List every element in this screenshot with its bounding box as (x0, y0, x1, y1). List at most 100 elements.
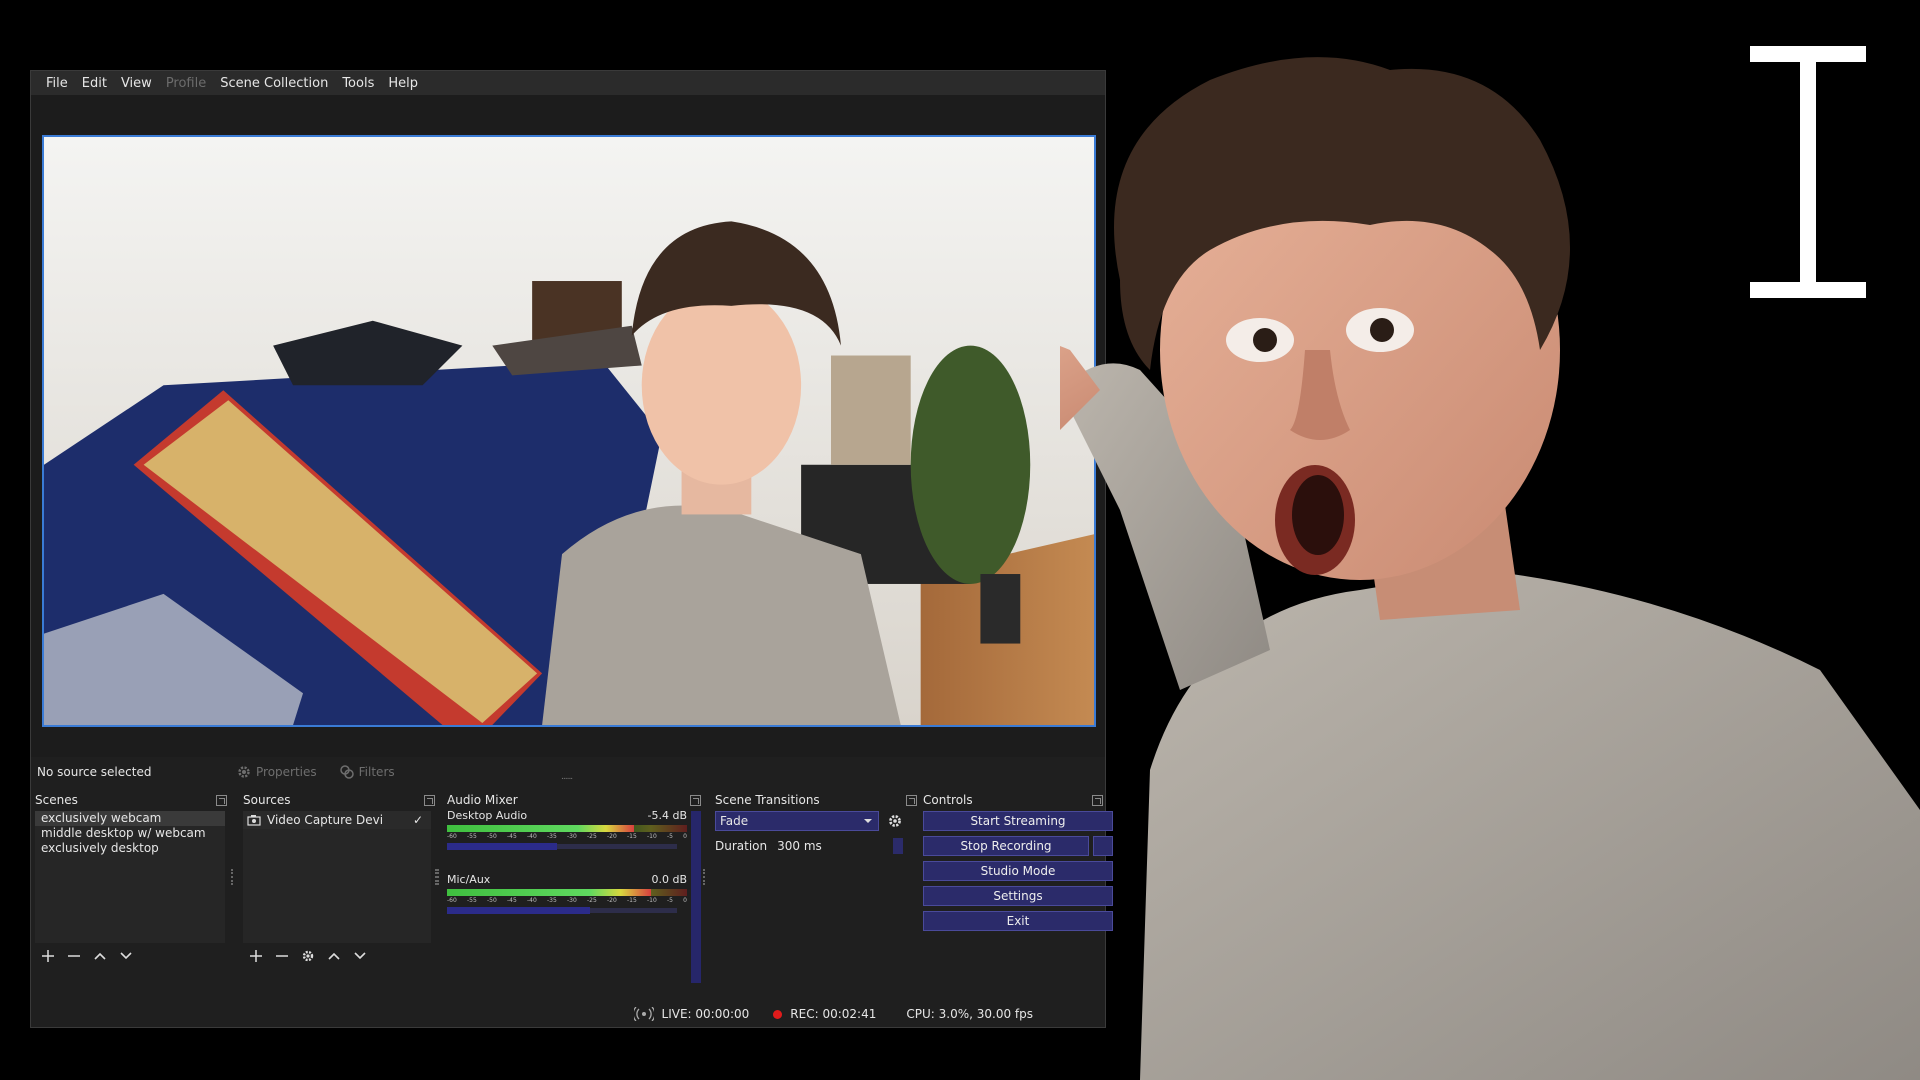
sources-title: Sources (243, 793, 291, 807)
remove-source-button[interactable] (275, 949, 289, 963)
duration-label: Duration (715, 839, 768, 853)
meter-tick-label: -40 (527, 833, 537, 840)
dock-resize-grip[interactable] (435, 869, 437, 885)
webcam-feed-image (44, 137, 1094, 725)
meter-tick-label: -5 (667, 897, 673, 904)
scene-transitions-dock: Scene Transitions Fade Duration 300 ms (703, 789, 921, 989)
menu-bar: File Edit View Profile Scene Collection … (31, 71, 1105, 95)
meter-tick-label: -10 (647, 833, 657, 840)
remove-scene-button[interactable] (67, 949, 81, 963)
float-dock-icon[interactable] (424, 795, 435, 806)
chevron-up-icon (94, 952, 106, 960)
duration-spinner[interactable] (893, 838, 903, 854)
audio-channel: Mic/Aux 0.0 dB -60 -55 -50 -45 -40 -35 -30 -25-… (447, 873, 687, 914)
visibility-check-icon[interactable]: ✓ (413, 813, 423, 827)
audio-channel: Desktop Audio -5.4 dB -60 -55 -50 -45 -40 -35… (447, 809, 688, 850)
meter-tick-label: -60 (447, 897, 457, 904)
scenes-toolbar (41, 949, 133, 963)
properties-button[interactable]: Properties (236, 764, 317, 780)
menu-tools[interactable]: Tools (335, 76, 381, 91)
preview-canvas[interactable] (42, 135, 1096, 727)
dock-resize-grip[interactable] (703, 869, 705, 885)
sources-list: Video Capture Devi ✓ (243, 811, 431, 943)
camera-icon (247, 815, 261, 826)
meter-tick-label: -55 (467, 897, 477, 904)
source-toolbar: No source selected Properties Filters ..… (31, 757, 1105, 787)
menu-scene-collection[interactable]: Scene Collection (213, 76, 335, 91)
transitions-title: Scene Transitions (715, 793, 820, 807)
live-time: LIVE: 00:00:00 (661, 1007, 750, 1021)
dock-resize-grip[interactable] (437, 869, 439, 885)
float-dock-icon[interactable] (906, 795, 917, 806)
meter-tick-label: -30 (567, 897, 577, 904)
add-scene-button[interactable] (41, 949, 55, 963)
meter-tick-label: -35 (547, 897, 557, 904)
sources-dock: Sources Video Capture Devi ✓ (239, 789, 439, 989)
move-source-down-button[interactable] (353, 949, 367, 963)
channel-db: 0.0 dB (651, 873, 687, 886)
dock-splitter-grip[interactable]: ...... (561, 772, 573, 782)
text-cursor-icon (1750, 46, 1866, 298)
meter-ticks: -60 -55 -50 -45 -40 -35 -30 -25 -20 -15 -10 -5 0 (447, 897, 687, 904)
source-status: No source selected (37, 765, 152, 779)
meter-tick-label: -15 (627, 833, 637, 840)
filter-icon (339, 765, 354, 779)
volume-slider[interactable] (447, 907, 677, 914)
filters-button[interactable]: Filters (339, 764, 395, 780)
minus-icon (68, 955, 80, 957)
float-dock-icon[interactable] (690, 795, 701, 806)
duration-value: 300 ms (777, 839, 822, 853)
meter-tick-label: 0 (683, 897, 687, 904)
minus-icon (276, 955, 288, 957)
audio-mixer-title: Audio Mixer (447, 793, 518, 807)
source-item[interactable]: Video Capture Devi ✓ (243, 811, 431, 829)
source-properties-button[interactable] (301, 949, 315, 963)
sources-toolbar (249, 949, 367, 963)
menu-file[interactable]: File (39, 76, 75, 91)
mixer-scrollbar[interactable] (691, 811, 701, 983)
menu-profile: Profile (165, 75, 207, 91)
menu-edit[interactable]: Edit (75, 76, 114, 91)
transition-settings-button[interactable] (887, 813, 903, 829)
scenes-dock: Scenes exclusively webcam middle desktop… (31, 789, 233, 989)
menu-view[interactable]: View (114, 76, 159, 91)
scene-item[interactable]: middle desktop w/ webcam (35, 826, 225, 841)
menu-help[interactable]: Help (381, 76, 425, 91)
meter-tick-label: -45 (507, 833, 517, 840)
meter-tick-label: -15 (627, 897, 637, 904)
move-source-up-button[interactable] (327, 949, 341, 963)
meter-tick-label: -25 (587, 897, 597, 904)
volume-meter (447, 825, 687, 832)
channel-name: Mic/Aux (447, 873, 491, 886)
record-dot-icon (773, 1009, 783, 1019)
meter-tick-label: -35 (547, 833, 557, 840)
float-dock-icon[interactable] (216, 795, 227, 806)
scene-item[interactable]: exclusively desktop (35, 841, 225, 856)
dock-resize-grip[interactable] (231, 869, 233, 885)
meter-ticks: -60 -55 -50 -45 -40 -35 -30 -25 -20 -15 -10 -5 0 (447, 833, 687, 840)
move-scene-up-button[interactable] (93, 949, 107, 963)
chevron-down-icon (354, 952, 366, 960)
channel-db: -5.4 dB (647, 809, 688, 822)
meter-tick-label: -50 (487, 833, 497, 840)
duration-input[interactable]: 300 ms (777, 837, 905, 855)
move-scene-down-button[interactable] (119, 949, 133, 963)
status-bar: LIVE: 00:00:00 REC: 00:02:41 CPU: 3.0%, … (31, 999, 1105, 1029)
meter-tick-label: -50 (487, 897, 497, 904)
meter-tick-label: 0 (683, 833, 687, 840)
scenes-title: Scenes (35, 793, 78, 807)
source-label: Video Capture Devi (267, 813, 384, 827)
meter-tick-label: -20 (607, 897, 617, 904)
scenes-list: exclusively webcam middle desktop w/ web… (35, 811, 225, 943)
obs-window: File Edit View Profile Scene Collection … (30, 70, 1113, 1029)
volume-meter (447, 889, 687, 896)
add-source-button[interactable] (249, 949, 263, 963)
volume-slider[interactable] (447, 843, 677, 850)
plus-icon (250, 950, 262, 962)
transition-select[interactable]: Fade (715, 811, 879, 831)
audio-mixer-dock: Audio Mixer Desktop Audio -5.4 dB -60 -55… (435, 789, 705, 989)
scene-item[interactable]: exclusively webcam (35, 811, 225, 826)
meter-tick-label: -5 (667, 833, 673, 840)
channel-name: Desktop Audio (447, 809, 528, 822)
meter-tick-label: -45 (507, 897, 517, 904)
